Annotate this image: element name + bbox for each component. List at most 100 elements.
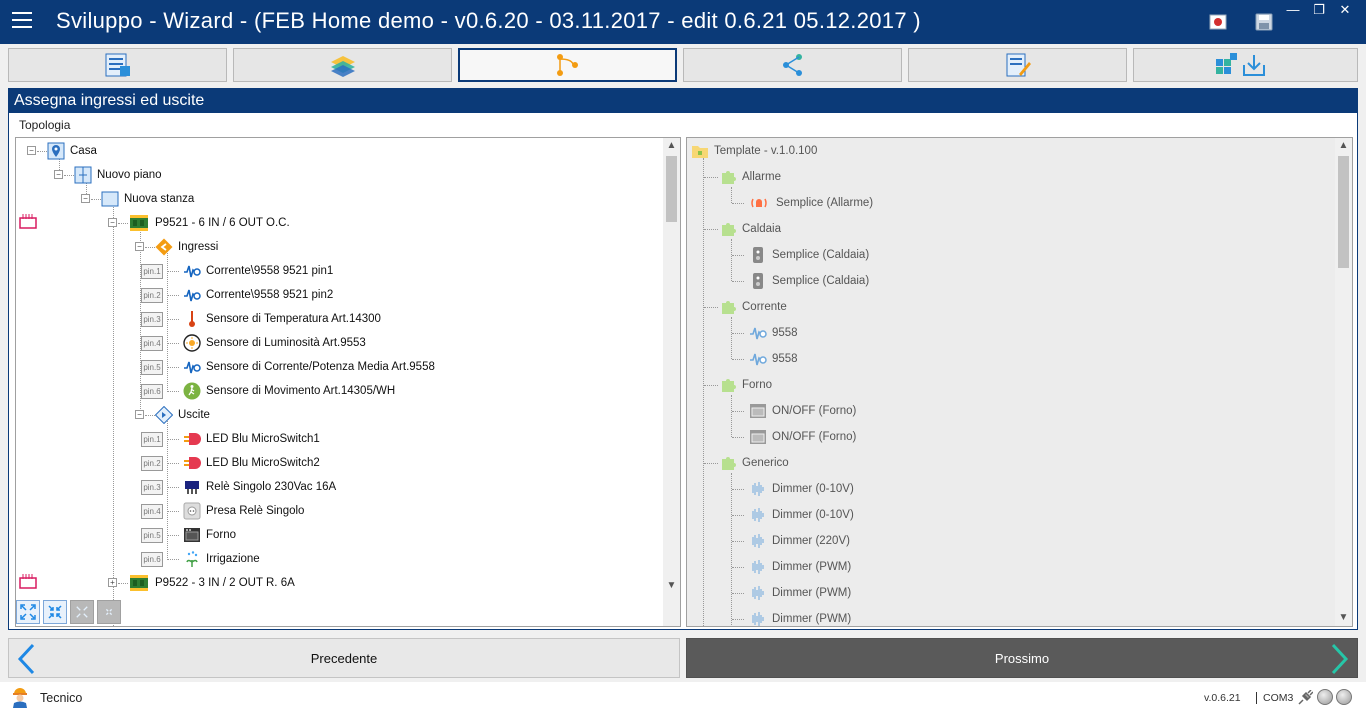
- template-category-generico[interactable]: Generico: [719, 452, 789, 474]
- collapse-ingressi-toggle[interactable]: −: [135, 242, 144, 251]
- previous-button[interactable]: Precedente: [8, 638, 680, 678]
- template-item-generico-3[interactable]: Dimmer (220V): [749, 530, 850, 552]
- connection-plug-icon[interactable]: [1297, 690, 1313, 706]
- floor-icon: [74, 166, 92, 184]
- template-item-corrente-1[interactable]: 9558: [749, 322, 798, 344]
- step-button-deploy[interactable]: [1133, 48, 1358, 82]
- tree-node-uscite[interactable]: Uscite: [155, 404, 210, 426]
- template-tree[interactable]: Template - v.1.0.100 Allarme Semplice (A…: [686, 137, 1353, 627]
- expand-selected-button[interactable]: [70, 600, 94, 624]
- tree-node-device-p9522[interactable]: P9522 - 3 IN / 2 OUT R. 6A: [128, 572, 295, 594]
- output-row-4[interactable]: pin.4 Presa Relè Singolo: [141, 500, 304, 522]
- collapse-all-button[interactable]: [43, 600, 67, 624]
- topology-tree[interactable]: − Casa − Nuovo piano − Nuova stanza − P9…: [15, 137, 681, 627]
- current-sensor-icon: [184, 265, 201, 278]
- current-sensor-icon: [184, 361, 201, 374]
- chevron-left-icon: [17, 643, 35, 675]
- current-sensor-icon: [750, 353, 767, 366]
- input-row-3[interactable]: pin.3 Sensore di Temperatura Art.14300: [141, 308, 381, 330]
- template-item-label: Semplice (Allarme): [776, 197, 874, 209]
- template-item-caldaia-2[interactable]: Semplice (Caldaia): [749, 270, 869, 292]
- output-label: Irrigazione: [206, 553, 260, 565]
- dimmer-icon: [752, 534, 764, 548]
- hamburger-menu-icon[interactable]: [12, 12, 32, 30]
- template-item-generico-5[interactable]: Dimmer (PWM): [749, 582, 851, 604]
- scroll-thumb[interactable]: [1338, 156, 1349, 268]
- output-row-1[interactable]: pin.1 LED Blu MicroSwitch1: [141, 428, 320, 450]
- flag-icon[interactable]: [1208, 12, 1228, 32]
- socket-icon: [183, 502, 201, 520]
- title-bar: Sviluppo - Wizard - (FEB Home demo - v0.…: [0, 0, 1366, 44]
- collapse-uscite-toggle[interactable]: −: [135, 410, 144, 419]
- right-tree-scrollbar[interactable]: ▲ ▼: [1335, 138, 1352, 626]
- template-item-label: Dimmer (0-10V): [772, 483, 854, 495]
- node-label: Forno: [742, 379, 773, 391]
- output-label: Presa Relè Singolo: [206, 505, 305, 517]
- input-row-1[interactable]: pin.1 Corrente\9558 9521 pin1: [141, 260, 333, 282]
- collapse-stanza-toggle[interactable]: −: [81, 194, 90, 203]
- collapse-selected-button[interactable]: [97, 600, 121, 624]
- output-row-2[interactable]: pin.2 LED Blu MicroSwitch2: [141, 452, 320, 474]
- input-row-5[interactable]: pin.5 Sensore di Corrente/Potenza Media …: [141, 356, 435, 378]
- template-item-generico-2[interactable]: Dimmer (0-10V): [749, 504, 854, 526]
- scroll-up-arrow-icon[interactable]: ▲: [663, 138, 680, 154]
- restore-button[interactable]: ❐: [1306, 2, 1332, 18]
- collapse-piano-toggle[interactable]: −: [54, 170, 63, 179]
- tree-node-device-p9521[interactable]: P9521 - 6 IN / 6 OUT O.C.: [128, 212, 290, 234]
- close-button[interactable]: ✕: [1332, 2, 1358, 18]
- template-category-forno[interactable]: Forno: [719, 374, 772, 396]
- template-item-corrente-2[interactable]: 9558: [749, 348, 798, 370]
- template-category-caldaia[interactable]: Caldaia: [719, 218, 781, 240]
- scroll-thumb[interactable]: [666, 156, 677, 222]
- input-row-6[interactable]: pin.6 Sensore di Movimento Art.14305/WH: [141, 380, 395, 402]
- step-button-network[interactable]: [683, 48, 902, 82]
- input-row-2[interactable]: pin.2 Corrente\9558 9521 pin2: [141, 284, 333, 306]
- input-row-4[interactable]: pin.4 Sensore di Luminosità Art.9553: [141, 332, 366, 354]
- save-icon[interactable]: [1254, 12, 1274, 32]
- pin-badge: pin.6: [141, 383, 163, 399]
- collapse-icon: [105, 608, 113, 616]
- output-row-6[interactable]: pin.6 Irrigazione: [141, 548, 260, 570]
- step-button-list[interactable]: [8, 48, 227, 82]
- template-item-generico-1[interactable]: Dimmer (0-10V): [749, 478, 854, 500]
- next-button[interactable]: Prossimo: [686, 638, 1358, 678]
- tree-node-template-root[interactable]: Template - v.1.0.100: [691, 140, 817, 162]
- output-row-3[interactable]: pin.3 Relè Singolo 230Vac 16A: [141, 476, 336, 498]
- expand-icon: [20, 604, 36, 620]
- node-label: P9522 - 3 IN / 2 OUT R. 6A: [155, 577, 295, 589]
- node-label: Template - v.1.0.100: [714, 145, 818, 157]
- template-category-corrente[interactable]: Corrente: [719, 296, 787, 318]
- scroll-down-arrow-icon[interactable]: ▼: [1335, 610, 1352, 626]
- expand-device2-toggle[interactable]: +: [108, 578, 117, 587]
- tree-node-stanza[interactable]: Nuova stanza: [101, 188, 194, 210]
- device-module-icon[interactable]: [19, 213, 37, 229]
- template-item-forno-2[interactable]: ON/OFF (Forno): [749, 426, 856, 448]
- template-item-generico-6[interactable]: Dimmer (PWM): [749, 608, 851, 626]
- tree-node-piano[interactable]: Nuovo piano: [74, 164, 162, 186]
- light-sensor-icon: [183, 334, 201, 352]
- template-item-forno-1[interactable]: ON/OFF (Forno): [749, 400, 856, 422]
- tree-node-ingressi[interactable]: Ingressi: [155, 236, 218, 258]
- scroll-down-arrow-icon[interactable]: ▼: [663, 578, 680, 594]
- expand-icon: [76, 606, 88, 618]
- template-item-label: 9558: [772, 353, 798, 365]
- minimize-button[interactable]: —: [1280, 2, 1306, 17]
- location-pin-icon: [47, 142, 65, 160]
- template-item-generico-4[interactable]: Dimmer (PWM): [749, 556, 851, 578]
- scroll-up-arrow-icon[interactable]: ▲: [1335, 138, 1352, 154]
- device-module-icon[interactable]: [19, 573, 37, 589]
- dimmer-icon: [752, 482, 764, 496]
- step-button-edit[interactable]: [908, 48, 1127, 82]
- template-item-caldaia-1[interactable]: Semplice (Caldaia): [749, 244, 869, 266]
- step-button-topology[interactable]: [458, 48, 677, 82]
- template-item-allarme[interactable]: Semplice (Allarme): [747, 192, 873, 214]
- expand-all-button[interactable]: [16, 600, 40, 624]
- collapse-device1-toggle[interactable]: −: [108, 218, 117, 227]
- tree-node-casa[interactable]: Casa: [47, 140, 97, 162]
- left-tree-scrollbar[interactable]: ▲ ▼: [663, 138, 680, 626]
- step-button-layers[interactable]: [233, 48, 452, 82]
- output-row-5[interactable]: pin.5 Forno: [141, 524, 236, 546]
- template-category-allarme[interactable]: Allarme: [719, 166, 781, 188]
- collapse-casa-toggle[interactable]: −: [27, 146, 36, 155]
- pin-badge: pin.3: [141, 479, 163, 495]
